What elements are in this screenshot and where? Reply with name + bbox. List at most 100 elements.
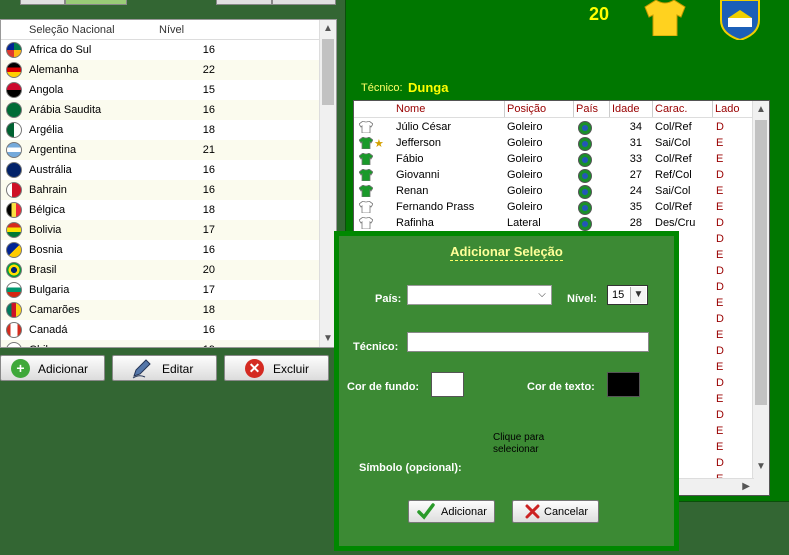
player-age: 34 xyxy=(629,121,642,133)
list-item[interactable]: Angola 15 xyxy=(1,80,319,100)
team-name: Camarões xyxy=(29,304,80,316)
team-level-value: 21 xyxy=(202,144,215,156)
table-row[interactable]: Fernando Prass Goleiro 35 Col/Ref E xyxy=(354,199,752,215)
player-side: D xyxy=(716,313,724,325)
bulgaria-flag-icon xyxy=(6,282,22,298)
list-item[interactable]: Argélia 18 xyxy=(1,120,319,140)
list-item[interactable]: Canadá 16 xyxy=(1,320,319,340)
list-item[interactable]: Austrália 16 xyxy=(1,160,319,180)
list-header: Seleção Nacional Nível xyxy=(1,20,319,40)
delete-button[interactable]: ✕ Excluir xyxy=(224,355,329,381)
list-item[interactable]: Bélgica 18 xyxy=(1,200,319,220)
list-item[interactable]: Africa do Sul 16 xyxy=(1,40,319,60)
column-header-side[interactable]: Lado xyxy=(715,103,739,115)
list-item[interactable]: Bosnia 16 xyxy=(1,240,319,260)
level-label: Nível: xyxy=(567,293,597,305)
column-header-age[interactable]: Idade xyxy=(612,103,640,115)
dialog-add-button[interactable]: Adicionar xyxy=(408,500,495,523)
list-item[interactable]: Camarões 18 xyxy=(1,300,319,320)
plus-circle-icon: + xyxy=(11,359,30,378)
scroll-up-arrow-icon[interactable]: ▲ xyxy=(320,20,336,37)
player-position: Goleiro xyxy=(507,153,543,165)
player-side: E xyxy=(716,249,724,261)
add-button[interactable]: + Adicionar xyxy=(0,355,105,381)
list-item[interactable]: Chile 19 xyxy=(1,340,319,347)
bg-color-swatch[interactable] xyxy=(431,372,464,397)
table-row[interactable]: Renan Goleiro 24 Sai/Col E xyxy=(354,183,752,199)
scroll-thumb[interactable] xyxy=(755,120,767,405)
player-side: D xyxy=(716,233,724,245)
list-item[interactable]: Bolivia 17 xyxy=(1,220,319,240)
national-team-list[interactable]: Seleção Nacional Nível Africa do Sul 16 Al… xyxy=(0,19,337,348)
team-name: Brasil xyxy=(29,264,57,276)
argentina-flag-icon xyxy=(6,142,22,158)
player-side: E xyxy=(716,153,724,165)
team-level-value: 15 xyxy=(202,84,215,96)
dialog-body: Adicionar Seleção País: ⌵ Nível: 15 ▼ Té… xyxy=(339,236,674,546)
team-name: Angola xyxy=(29,84,64,96)
list-item[interactable]: Bulgaria 17 xyxy=(1,280,319,300)
tab-partial-active[interactable] xyxy=(65,0,127,5)
list-item[interactable]: Bahrain 16 xyxy=(1,180,319,200)
country-select[interactable]: ⌵ xyxy=(407,285,552,305)
scroll-right-arrow-icon[interactable]: ▶ xyxy=(742,479,750,495)
table-row[interactable]: Giovanni Goleiro 27 Ref/Col D xyxy=(354,167,752,183)
list-item[interactable]: Argentina 21 xyxy=(1,140,319,160)
scroll-thumb[interactable] xyxy=(322,39,334,105)
coach-input[interactable] xyxy=(407,332,649,352)
player-name: Giovanni xyxy=(396,169,440,181)
green-shirt-icon xyxy=(358,184,374,200)
brazil-flag-icon xyxy=(578,121,592,135)
table-row[interactable]: Rafinha Lateral 28 Des/Cru D xyxy=(354,215,752,231)
coach-name: Dunga xyxy=(408,80,449,95)
team-level-value: 16 xyxy=(202,184,215,196)
column-header-traits[interactable]: Carac. xyxy=(655,103,687,115)
green-shirt-icon xyxy=(358,168,374,184)
brazil-flag-icon xyxy=(578,201,592,215)
player-side: E xyxy=(716,393,724,405)
player-traits: Sai/Col xyxy=(655,185,691,197)
brazil-flag-icon xyxy=(578,217,592,231)
column-header-level[interactable]: Nível xyxy=(159,24,184,36)
player-name: Júlio César xyxy=(396,121,452,133)
tab-partial-left[interactable] xyxy=(20,0,65,5)
delete-button-label: Excluir xyxy=(273,362,310,376)
text-color-swatch[interactable] xyxy=(607,372,640,397)
player-age: 24 xyxy=(629,185,642,197)
list-item[interactable]: Brasil 20 xyxy=(1,260,319,280)
player-name: Fábio xyxy=(396,153,424,165)
team-level-value: 16 xyxy=(202,324,215,336)
players-header: Nome Posição País Idade Carac. Lado xyxy=(354,101,752,118)
player-age: 27 xyxy=(629,169,642,181)
scroll-up-arrow-icon[interactable]: ▲ xyxy=(753,101,769,118)
team-level-value: 16 xyxy=(202,164,215,176)
column-header-country[interactable]: País xyxy=(576,103,598,115)
level-select[interactable]: 15 ▼ xyxy=(607,285,648,305)
table-row[interactable]: Júlio César Goleiro 34 Col/Ref D xyxy=(354,119,752,135)
white-shirt-icon xyxy=(358,120,374,136)
player-position: Goleiro xyxy=(507,185,543,197)
player-side: D xyxy=(716,457,724,469)
tab-partial-right-2[interactable] xyxy=(272,0,336,5)
tab-partial-right-1[interactable] xyxy=(216,0,272,5)
list-item[interactable]: Alemanha 22 xyxy=(1,60,319,80)
player-side: D xyxy=(716,217,724,229)
edit-button[interactable]: Editar xyxy=(112,355,217,381)
scroll-down-arrow-icon[interactable]: ▼ xyxy=(753,458,769,475)
column-header-team[interactable]: Seleção Nacional xyxy=(29,24,115,36)
player-position: Goleiro xyxy=(507,137,543,149)
players-vertical-scrollbar[interactable]: ▲ ▼ xyxy=(752,101,769,495)
list-item[interactable]: Arábia Saudita 16 xyxy=(1,100,319,120)
column-header-name[interactable]: Nome xyxy=(396,103,425,115)
symbol-picker[interactable]: Clique para selecionar xyxy=(493,432,573,456)
team-level-value: 19 xyxy=(191,344,215,347)
dialog-cancel-button[interactable]: Cancelar xyxy=(512,500,599,523)
chile-flag-icon xyxy=(6,342,22,347)
player-position: Goleiro xyxy=(507,169,543,181)
table-row[interactable]: ★ Jefferson Goleiro 31 Sai/Col E xyxy=(354,135,752,151)
player-side: E xyxy=(716,185,724,197)
pencil-icon xyxy=(131,359,153,382)
canada-flag-icon xyxy=(6,322,22,338)
table-row[interactable]: Fábio Goleiro 33 Col/Ref E xyxy=(354,151,752,167)
column-header-position[interactable]: Posição xyxy=(507,103,546,115)
